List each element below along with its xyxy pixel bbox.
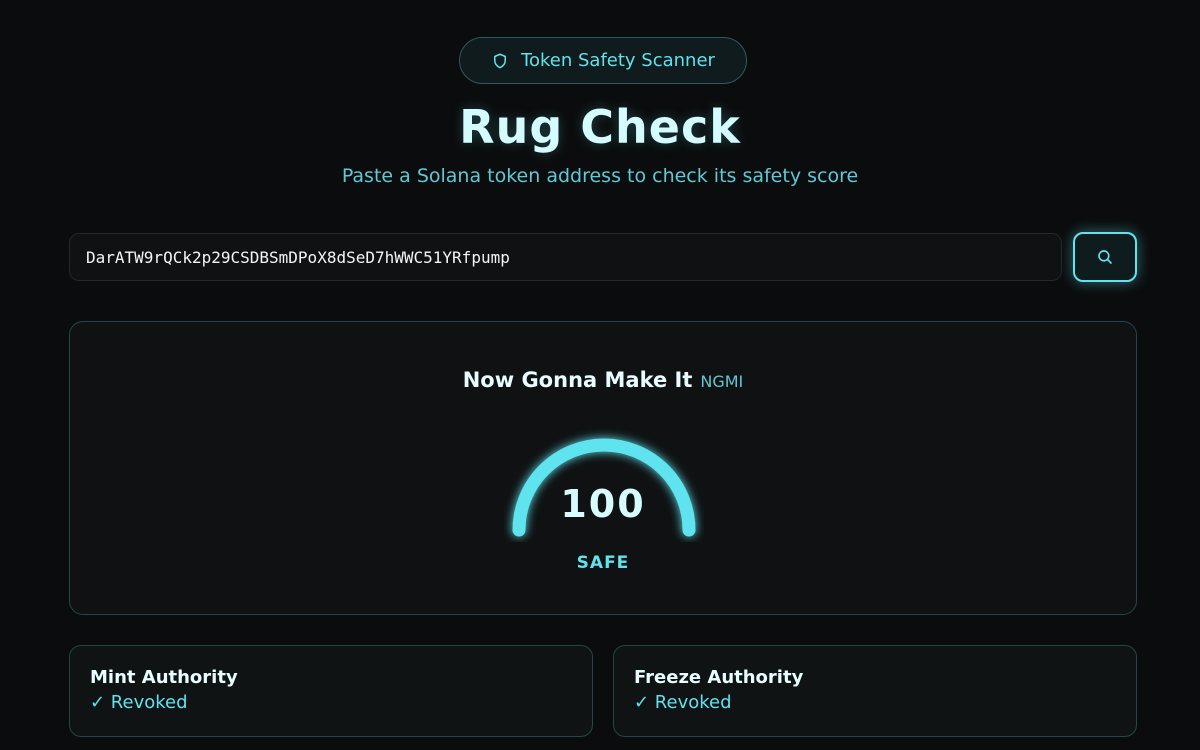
freeze-authority-label: Freeze Authority — [634, 667, 804, 688]
freeze-authority-status: ✓ Revoked — [634, 692, 732, 713]
scanner-badge: Token Safety Scanner — [459, 37, 747, 84]
mint-authority-label: Mint Authority — [90, 667, 238, 688]
page: Token Safety Scanner Rug Check Paste a S… — [0, 0, 1200, 750]
score-value: 100 — [560, 482, 646, 526]
mint-authority-status: ✓ Revoked — [90, 692, 188, 713]
freeze-authority-card: Freeze Authority ✓ Revoked — [613, 645, 1137, 737]
page-subtitle: Paste a Solana token address to check it… — [341, 165, 859, 187]
token-header: Now Gonna Make It NGMI — [70, 368, 1136, 392]
shield-icon — [494, 53, 507, 68]
search-button[interactable] — [1073, 232, 1137, 282]
token-name: Now Gonna Make It — [462, 368, 693, 392]
scanner-badge-label: Token Safety Scanner — [521, 50, 715, 71]
token-symbol: NGMI — [700, 372, 744, 391]
score-card: Now Gonna Make It NGMI 100 SAFE — [69, 321, 1137, 615]
score-verdict: SAFE — [576, 553, 630, 573]
mint-authority-card: Mint Authority ✓ Revoked — [69, 645, 593, 737]
token-address-input[interactable] — [69, 233, 1062, 281]
page-title: Rug Check — [459, 100, 741, 154]
search-icon — [1098, 250, 1112, 264]
